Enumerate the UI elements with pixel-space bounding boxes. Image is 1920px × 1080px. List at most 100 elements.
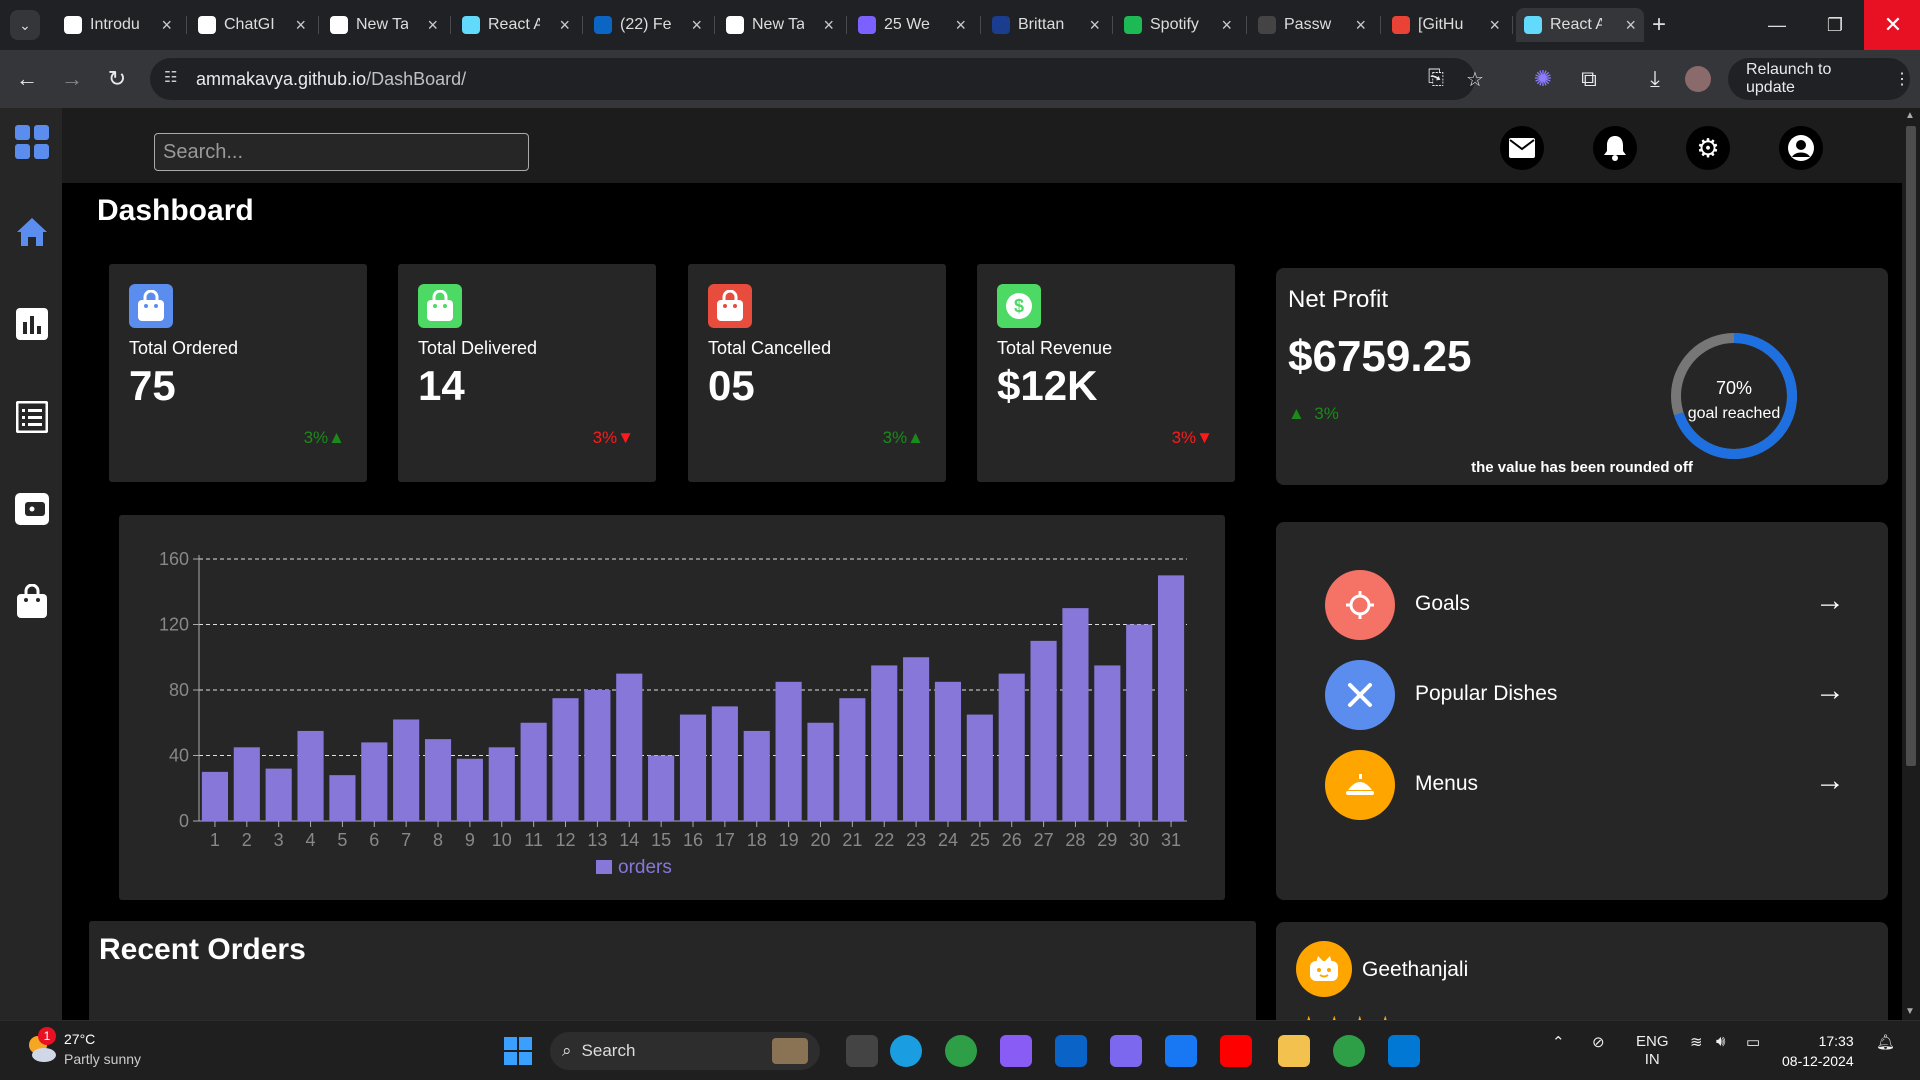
weather-widget[interactable]: 1 27°C Partly sunny bbox=[24, 1027, 141, 1070]
scroll-down-icon[interactable]: ▼ bbox=[1905, 1006, 1915, 1017]
tab-search-button[interactable]: ⌄ bbox=[10, 10, 40, 40]
close-tab-icon[interactable]: × bbox=[161, 15, 172, 36]
mail-icon[interactable] bbox=[1500, 126, 1544, 170]
close-tab-icon[interactable]: × bbox=[1355, 15, 1366, 36]
install-app-icon[interactable]: ⎘ bbox=[1428, 67, 1444, 90]
download-icon[interactable]: ⤓ bbox=[1640, 64, 1670, 94]
grid-logo-icon[interactable] bbox=[14, 124, 50, 160]
profile-avatar[interactable] bbox=[1685, 66, 1711, 92]
copilot-icon[interactable] bbox=[1000, 1035, 1032, 1067]
facebook-icon[interactable] bbox=[1165, 1035, 1197, 1067]
browser-tab[interactable]: New Ta × bbox=[322, 8, 446, 42]
home-icon[interactable] bbox=[14, 214, 50, 250]
close-tab-icon[interactable]: × bbox=[1089, 15, 1100, 36]
notification-bell-icon[interactable]: 🔔︎ bbox=[1876, 1033, 1895, 1051]
restore-button[interactable]: ❐ bbox=[1806, 0, 1864, 50]
system-clock[interactable]: 17:33 08-12-2024 bbox=[1782, 1031, 1854, 1071]
reload-icon[interactable]: ↻ bbox=[102, 64, 132, 94]
extension-icon[interactable]: ✺ bbox=[1528, 64, 1558, 94]
x-tick-label: 27 bbox=[1034, 830, 1054, 850]
close-tab-icon[interactable]: × bbox=[295, 15, 306, 36]
shopping-bag-icon[interactable] bbox=[14, 583, 50, 619]
close-tab-icon[interactable]: × bbox=[691, 15, 702, 36]
file-explorer-icon[interactable] bbox=[1278, 1035, 1310, 1067]
card-change: 3%▼ bbox=[1171, 428, 1213, 447]
tray-chevron-icon[interactable]: ⌃ bbox=[1552, 1033, 1565, 1051]
close-tab-icon[interactable]: × bbox=[427, 15, 438, 36]
new-tab-button[interactable]: + bbox=[1652, 11, 1666, 39]
browser-tab[interactable]: Brittan × bbox=[984, 8, 1108, 42]
search-input[interactable] bbox=[154, 133, 529, 171]
copilot-app-icon[interactable] bbox=[1110, 1035, 1142, 1067]
scroll-thumb[interactable] bbox=[1906, 126, 1916, 766]
x-tick-label: 20 bbox=[810, 830, 830, 850]
quick-link-row[interactable]: Goals → bbox=[1325, 570, 1845, 640]
close-tab-icon[interactable]: × bbox=[1221, 15, 1232, 36]
browser-tab[interactable]: (22) Fe × bbox=[586, 8, 710, 42]
browser-tab[interactable]: Introdu × bbox=[56, 8, 180, 42]
gear-icon[interactable]: ⚙ bbox=[1686, 126, 1730, 170]
bookmark-star-icon[interactable]: ☆ bbox=[1466, 67, 1484, 92]
minimize-button[interactable]: — bbox=[1748, 0, 1806, 50]
browser-tab[interactable]: 25 We × bbox=[850, 8, 974, 42]
close-tab-icon[interactable]: × bbox=[823, 15, 834, 36]
relaunch-button[interactable]: Relaunch to update ⋮ bbox=[1728, 58, 1910, 100]
outlook-icon[interactable] bbox=[1055, 1035, 1087, 1067]
battery-icon[interactable]: ▭ bbox=[1746, 1033, 1760, 1051]
arrow-right-icon[interactable]: → bbox=[1815, 764, 1845, 798]
orders-bar-chart: 040801201601 2 3 4 5 6 7 8 9 10 11 12 13 14 15 16 17 18 19… bbox=[159, 549, 1187, 878]
back-icon[interactable]: ← bbox=[12, 64, 42, 94]
browser-tab[interactable]: React A × bbox=[1516, 8, 1644, 42]
bell-icon[interactable] bbox=[1593, 126, 1637, 170]
more-menu-icon[interactable]: ⋮ bbox=[1894, 69, 1910, 89]
close-tab-icon[interactable]: × bbox=[559, 15, 570, 36]
search-highlight-icon bbox=[772, 1038, 808, 1064]
page-scrollbar[interactable]: ▲ ▼ bbox=[1902, 108, 1920, 1020]
browser-tab[interactable]: New Ta × bbox=[718, 8, 842, 42]
chart-icon[interactable] bbox=[14, 306, 50, 342]
volume-icon[interactable]: 🔊︎ bbox=[1716, 1033, 1725, 1050]
weather-badge: 1 bbox=[38, 1027, 56, 1045]
browser-tab[interactable]: [GitHu × bbox=[1384, 8, 1508, 42]
file-stack-icon[interactable] bbox=[846, 1035, 878, 1067]
list-icon[interactable] bbox=[14, 399, 50, 435]
browser-tab[interactable]: React A × bbox=[454, 8, 578, 42]
extensions-puzzle-icon[interactable]: ⧉ bbox=[1574, 64, 1604, 94]
vscode-icon[interactable] bbox=[1388, 1035, 1420, 1067]
bar-day-20 bbox=[807, 722, 834, 821]
close-tab-icon[interactable]: × bbox=[955, 15, 966, 36]
network-off-icon[interactable]: ⊘ bbox=[1592, 1033, 1605, 1051]
youtube-icon[interactable] bbox=[1220, 1035, 1252, 1067]
wallet-icon[interactable] bbox=[14, 491, 50, 527]
chrome-icon[interactable] bbox=[945, 1035, 977, 1067]
browser-tab[interactable]: Passw × bbox=[1250, 8, 1374, 42]
bar-day-27 bbox=[1030, 640, 1057, 821]
taskbar-search[interactable]: ⌕ Search bbox=[550, 1032, 820, 1070]
bar-day-14 bbox=[616, 673, 643, 821]
arrow-right-icon[interactable]: → bbox=[1815, 584, 1845, 618]
forward-icon[interactable]: → bbox=[57, 64, 87, 94]
address-bar[interactable]: ☷ ammakavya.github.io/DashBoard/ ⎘ ☆ bbox=[150, 58, 1484, 100]
github-icon bbox=[1258, 16, 1276, 34]
site-info-icon[interactable]: ☷ bbox=[164, 68, 186, 90]
x-tick-label: 22 bbox=[874, 830, 894, 850]
browser-tab[interactable]: ChatGI × bbox=[190, 8, 314, 42]
language-indicator[interactable]: ENG IN bbox=[1636, 1033, 1669, 1069]
scroll-up-icon[interactable]: ▲ bbox=[1905, 110, 1915, 121]
card-value: 75 bbox=[129, 362, 176, 409]
windows-start-icon[interactable] bbox=[502, 1035, 534, 1067]
browser-tab[interactable]: Spotify × bbox=[1116, 8, 1240, 42]
y-tick-label: 120 bbox=[159, 615, 189, 635]
customer-review-card: Geethanjali ★★★★ bbox=[1276, 922, 1888, 1020]
close-tab-icon[interactable]: × bbox=[1625, 15, 1636, 36]
wifi-icon[interactable]: ≋ bbox=[1690, 1033, 1703, 1051]
url-text[interactable]: ammakavya.github.io/DashBoard/ bbox=[196, 69, 466, 90]
close-tab-icon[interactable]: × bbox=[1489, 15, 1500, 36]
quick-link-row[interactable]: Menus → bbox=[1325, 750, 1845, 820]
arrow-right-icon[interactable]: → bbox=[1815, 674, 1845, 708]
edge-icon[interactable] bbox=[890, 1035, 922, 1067]
user-account-icon[interactable] bbox=[1779, 126, 1823, 170]
quick-link-row[interactable]: Popular Dishes → bbox=[1325, 660, 1845, 730]
close-window-button[interactable]: ✕ bbox=[1864, 0, 1920, 50]
chrome-active-icon[interactable] bbox=[1333, 1035, 1365, 1067]
